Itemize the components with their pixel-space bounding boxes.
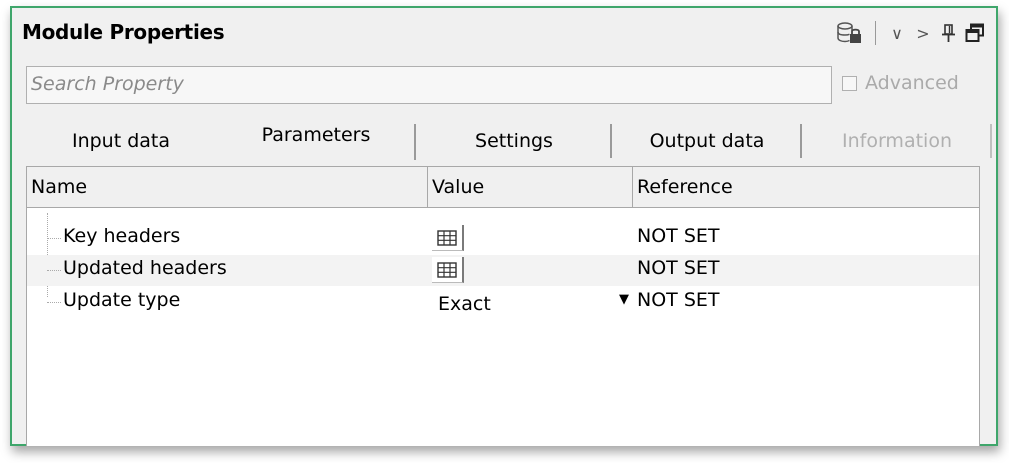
column-header-value[interactable]: Value	[428, 167, 633, 207]
tab-parameters[interactable]: Parameters	[216, 116, 416, 160]
database-lock-icon[interactable]	[833, 19, 867, 47]
property-value[interactable]	[432, 225, 637, 252]
tab-information: Information	[802, 124, 992, 158]
property-row[interactable]: Updated headers NOT SET	[27, 255, 979, 286]
property-row[interactable]: Key headers NOT SET	[27, 223, 979, 254]
tree-branch	[47, 238, 61, 239]
panel-title: Module Properties	[22, 20, 225, 44]
panel-titlebar: Module Properties ∨ >	[12, 8, 996, 58]
advanced-label: Advanced	[865, 72, 959, 94]
module-properties-panel: Module Properties ∨ > Search Property Ad…	[10, 6, 998, 446]
advanced-checkbox[interactable]: Advanced	[842, 72, 959, 94]
table-editor-button[interactable]	[432, 257, 464, 283]
property-grid: Name Value Reference Key headers NOT SET…	[26, 166, 980, 446]
tab-label: Output data	[649, 130, 765, 152]
tab-divider	[990, 124, 992, 158]
table-grid-icon	[437, 261, 457, 278]
tab-settings[interactable]: Settings	[416, 124, 612, 158]
checkbox-box[interactable]	[842, 75, 857, 91]
titlebar-icons: ∨ >	[833, 18, 988, 48]
tree-branch	[47, 302, 61, 303]
column-header-reference[interactable]: Reference	[633, 167, 979, 207]
property-reference: NOT SET	[637, 225, 720, 247]
tab-label: Parameters	[261, 124, 371, 146]
tab-label: Information	[842, 130, 952, 152]
grid-header: Name Value Reference	[27, 167, 979, 208]
pin-icon[interactable]	[936, 23, 962, 43]
dropdown-arrow-icon[interactable]: ▼	[619, 292, 629, 307]
update-type-dropdown[interactable]: Exact ▼	[432, 289, 637, 316]
chevron-down-icon[interactable]: ∨	[884, 24, 910, 43]
tab-label: Settings	[475, 130, 553, 152]
property-name: Update type	[63, 289, 181, 311]
tab-label: Input data	[71, 130, 171, 152]
property-name: Updated headers	[63, 257, 227, 279]
tree-branch	[47, 270, 61, 271]
property-row[interactable]: Update type Exact ▼ NOT SET	[27, 287, 979, 318]
property-reference: NOT SET	[637, 289, 720, 311]
dropdown-value: Exact	[438, 293, 491, 315]
restore-window-icon[interactable]	[962, 23, 988, 43]
column-header-name[interactable]: Name	[27, 167, 428, 207]
property-value[interactable]	[432, 257, 637, 284]
property-name: Key headers	[63, 225, 181, 247]
property-reference: NOT SET	[637, 257, 720, 279]
property-tabs: Input data Parameters Settings Output da…	[26, 116, 992, 160]
chevron-right-icon[interactable]: >	[910, 24, 936, 43]
tab-input-data[interactable]: Input data	[26, 124, 216, 158]
table-editor-button[interactable]	[432, 225, 464, 251]
titlebar-separator	[875, 21, 876, 45]
search-property-input[interactable]: Search Property	[26, 66, 832, 104]
tab-output-data[interactable]: Output data	[612, 124, 802, 158]
table-grid-icon	[437, 229, 457, 246]
